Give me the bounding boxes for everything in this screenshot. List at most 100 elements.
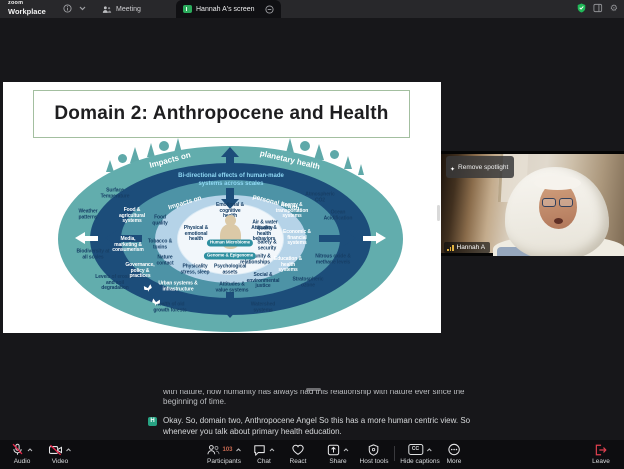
share-screen-icon: [327, 444, 340, 456]
slide-title: Domain 2: Anthropocene and Health: [54, 103, 388, 125]
remove-spotlight-button[interactable]: Remove spotlight: [446, 156, 514, 178]
participant-video-tile[interactable]: Remove spotlight Hannah A: [441, 151, 624, 256]
settings-gear-icon[interactable]: ⚙: [610, 4, 618, 13]
participant-mouth: [554, 218, 563, 224]
arrow-up-shaft: [226, 156, 234, 172]
share-options-chevron[interactable]: [343, 448, 349, 452]
caption-previous-text: with nature, how humanity has always had…: [163, 390, 501, 407]
diagram-label: Weather patterns: [74, 210, 102, 221]
leave-label: Leave: [592, 458, 610, 465]
layout-icon[interactable]: [593, 3, 603, 13]
spotlight-icon: [450, 158, 455, 176]
diagram-label: Nitrous oxide & methane levels: [312, 255, 354, 266]
host-tools-button[interactable]: Host tools: [360, 443, 389, 465]
zoom-app-window: zoom Workplace Meeting Hannah A's screen: [0, 0, 624, 469]
diagram-label: Psychological assets: [214, 265, 246, 276]
caption-previous: with nature, how humanity has always had…: [163, 390, 501, 411]
audio-button[interactable]: Audio: [11, 443, 33, 465]
window-tab-bar: zoom Workplace Meeting Hannah A's screen: [0, 0, 624, 18]
tab-shared-screen[interactable]: Hannah A's screen: [176, 0, 281, 18]
zoom-workplace-logo: zoom Workplace: [8, 1, 46, 15]
chat-label: Chat: [257, 458, 271, 465]
diagram-label: Urban systems & infrastructure: [157, 282, 199, 293]
video-options-chevron[interactable]: [66, 448, 72, 452]
arrow-right-icon: [343, 230, 356, 246]
chat-bubble-icon: [253, 444, 266, 456]
captions-icon: CC: [408, 444, 423, 455]
hide-captions-button[interactable]: CC Hide captions: [400, 443, 439, 465]
leave-meeting-icon: [595, 444, 608, 456]
arrow-outer-right-icon: [376, 232, 386, 244]
video-button[interactable]: Video: [49, 443, 72, 465]
more-label: More: [447, 458, 462, 465]
chat-options-chevron[interactable]: [269, 448, 275, 452]
arc-bidirectional-line1: Bi-directional effects of human-made: [178, 173, 284, 179]
tree-icon: [358, 164, 364, 175]
logo-text-zoom: zoom: [8, 1, 46, 7]
arrow-outer-right-shaft: [363, 236, 376, 241]
diagram-label: Energy & transportation systems: [272, 203, 312, 220]
diagram-label: Economic & financial systems: [278, 230, 316, 247]
camera-muted-icon: [49, 444, 63, 456]
video-label: Video: [52, 458, 69, 465]
anthropocene-health-diagram: Impacts on planetary health Bi-direction…: [58, 146, 403, 332]
diagram-label: Watershed systems: [245, 303, 281, 314]
diagram-label: Surface Temperature: [99, 189, 131, 200]
chat-button[interactable]: Chat: [253, 443, 275, 465]
diagram-label: Education & health systems: [271, 257, 305, 274]
microphone-muted-icon: [11, 443, 24, 456]
shared-slide: Domain 2: Anthropocene and Health: [3, 82, 441, 333]
participant-name-tag: Hannah A: [444, 242, 490, 253]
hide-captions-label: Hide captions: [400, 458, 439, 465]
share-button[interactable]: Share: [327, 443, 349, 465]
info-icon[interactable]: [63, 4, 72, 13]
participants-options-chevron[interactable]: [236, 448, 242, 452]
remove-tab-icon[interactable]: [265, 5, 274, 14]
arrow-outer-left-shaft: [85, 236, 98, 241]
react-button[interactable]: React: [290, 443, 307, 465]
tree-icon: [330, 150, 339, 159]
shield-icon: [368, 444, 380, 456]
tree-icon: [159, 141, 169, 151]
diagram-label: Biodiversity at all scales: [75, 250, 111, 261]
meeting-toolbar: Audio Video 103: [0, 440, 624, 469]
screen-share-icon: [183, 5, 192, 13]
captions-options-chevron[interactable]: [426, 448, 432, 452]
diagram-label: Human Microbiome: [207, 240, 253, 247]
tree-icon: [344, 156, 352, 169]
diagram-label: Attitudes & value systems: [214, 283, 250, 294]
chevron-down-icon[interactable]: [79, 6, 86, 11]
participants-button[interactable]: 103 Participants: [206, 443, 241, 465]
diagram-label: Nature contact: [153, 256, 177, 267]
remove-spotlight-label: Remove spotlight: [458, 164, 508, 171]
more-ellipsis-icon: [448, 443, 461, 456]
tab-meeting[interactable]: Meeting: [95, 0, 148, 18]
panel-resize-handle[interactable]: [437, 205, 440, 221]
diagram-label: Media, marketing & consumerism: [109, 237, 147, 254]
diagram-label: Ocean Acidification: [319, 211, 357, 222]
leave-button[interactable]: Leave: [592, 443, 610, 465]
participants-icon: [206, 444, 220, 456]
toolbar-separator: [394, 446, 395, 461]
audio-options-chevron[interactable]: [27, 448, 33, 452]
hijab-band: [534, 176, 581, 190]
tab-shared-screen-label: Hannah A's screen: [196, 6, 255, 13]
diagram-label: Attitudes & health behaviors: [250, 226, 278, 243]
slide-title-box: Domain 2: Anthropocene and Health: [33, 90, 410, 138]
arrow-bottom-icon: [221, 308, 239, 318]
arc-bidirectional-line2: systems across scales: [198, 181, 263, 187]
participants-label: Participants: [207, 458, 241, 465]
diagram-label: Tobacco & toxins: [147, 240, 173, 251]
meeting-people-icon: [102, 5, 112, 14]
tab-meeting-label: Meeting: [116, 6, 141, 13]
diagram-label: Social & environmental justice: [246, 273, 280, 290]
arrow-outer-left-icon: [75, 232, 85, 244]
caption-current-text: Okay. So, domain two, Anthropocene Angel…: [163, 416, 501, 437]
tree-icon: [118, 154, 127, 163]
security-shield-icon[interactable]: [577, 3, 586, 13]
audio-label: Audio: [14, 458, 31, 465]
glasses-icon: [542, 198, 573, 207]
arrow-bottom-shaft: [226, 292, 234, 309]
more-button[interactable]: More: [447, 443, 462, 465]
diagram-label: Stratospheric ozone: [288, 278, 328, 289]
